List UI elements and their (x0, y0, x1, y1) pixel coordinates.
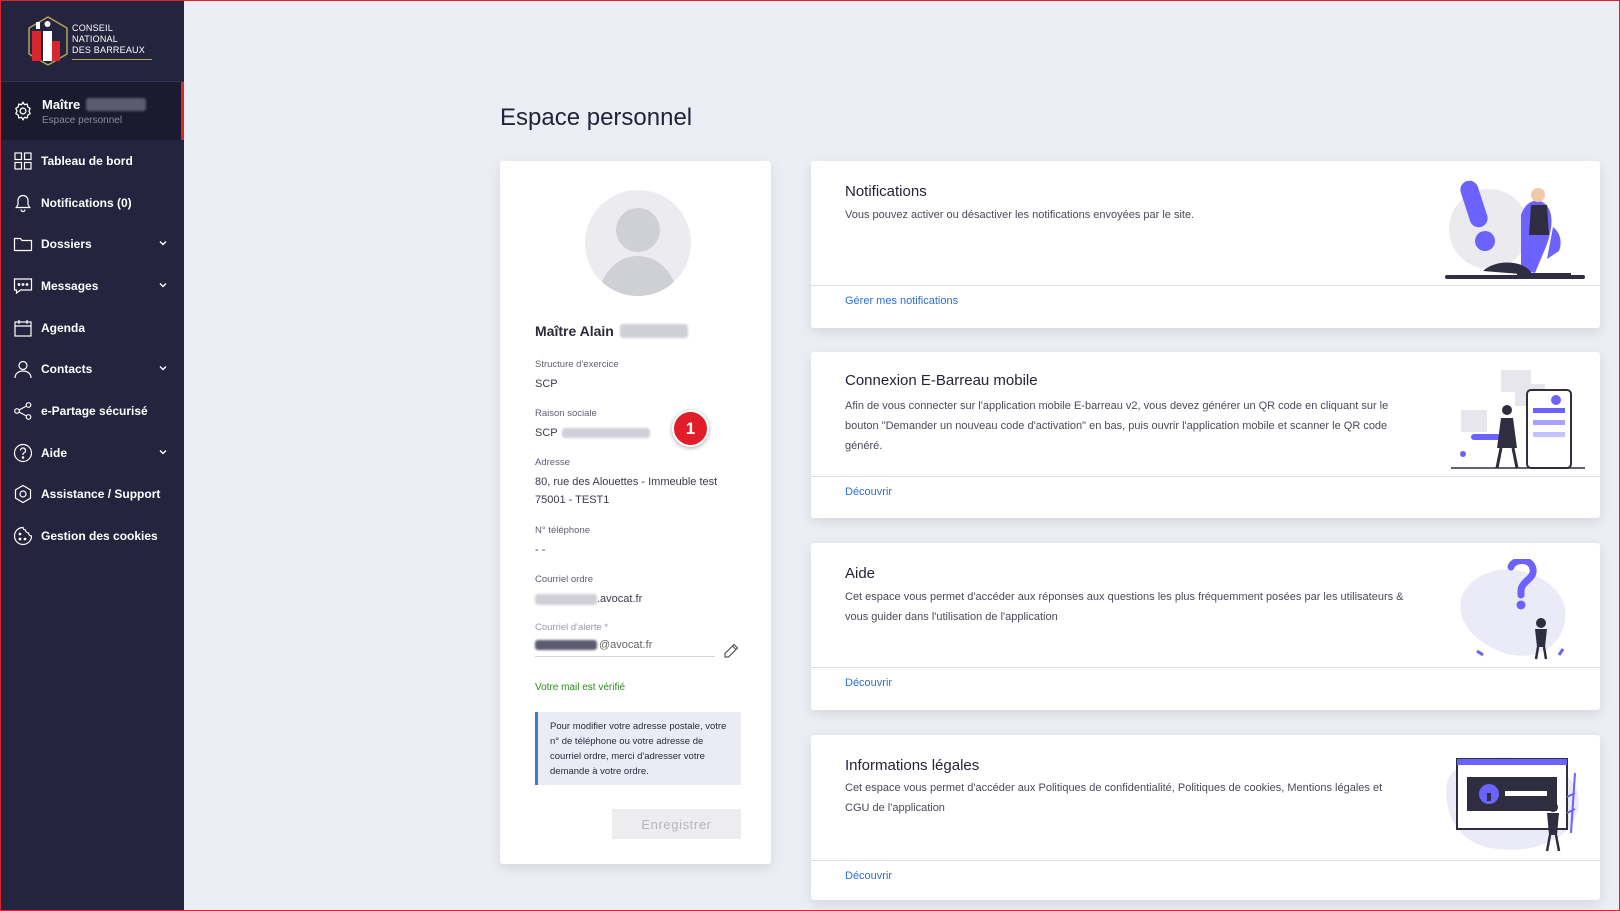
mobile-app-illustration (1451, 370, 1585, 469)
card-title: Connexion E-Barreau mobile (845, 372, 1038, 389)
discover-legal-link[interactable]: Découvrir (845, 870, 892, 882)
save-button[interactable]: Enregistrer (612, 809, 741, 839)
sidebar-item-label: Messages (41, 278, 99, 293)
step-badge: 1 (672, 410, 709, 447)
sidebar-item-assistance[interactable]: Assistance / Support (0, 474, 184, 516)
chevron-down-icon (159, 241, 167, 246)
field-raison-sociale: Raison sociale SCP (535, 408, 650, 442)
field-telephone: N° téléphone - - (535, 525, 591, 556)
profile-name-redacted (619, 324, 688, 338)
field-courriel-alerte: Courriel d'alerte * @avocat.fr (535, 622, 715, 657)
card-informations-legales: Informations légales Cet espace vous per… (811, 735, 1600, 900)
field-courriel-ordre: Courriel ordre .avocat.fr (535, 574, 642, 608)
page-title: Espace personnel (500, 104, 693, 131)
sidebar-item-label: Aide (41, 445, 68, 460)
chevron-down-icon (159, 449, 167, 455)
mail-verified-status: Votre mail est vérifié (535, 682, 626, 693)
share-icon (13, 401, 33, 421)
alert-email-redacted (535, 640, 597, 650)
card-aide: Aide Cet espace vous permet d'accéder au… (811, 543, 1600, 710)
card-divider (811, 476, 1600, 477)
card-divider (811, 285, 1600, 286)
field-adresse: Adresse 80, rue des Alouettes - Immeuble… (535, 457, 717, 509)
card-notifications: Notifications Vous pouvez activer ou dés… (811, 161, 1600, 328)
field-structure: Structure d'exercice SCP (535, 359, 619, 390)
card-title: Notifications (845, 183, 927, 200)
sidebar-item-tableau-de-bord[interactable]: Tableau de bord (0, 140, 184, 182)
help-icon (13, 443, 33, 463)
alert-email-suffix: @avocat.fr (599, 639, 653, 651)
sidebar-item-cookies[interactable]: Gestion des cookies (0, 515, 184, 557)
sidebar-item-label: Dossiers (41, 237, 92, 252)
card-description: Cet espace vous permet d'accéder aux rép… (845, 591, 1404, 623)
cookie-icon (13, 526, 33, 546)
discover-mobile-link[interactable]: Découvrir (845, 486, 892, 498)
chevron-down-icon (159, 283, 167, 288)
sidebar-item-aide[interactable]: Aide (0, 432, 184, 474)
sidebar-item-e-partage[interactable]: e-Partage sécurisé (0, 390, 184, 432)
chat-icon (13, 276, 33, 296)
user-subtitle: Espace personnel (42, 114, 123, 126)
raison-value: SCP (535, 427, 558, 439)
card-title: Aide (845, 565, 876, 582)
sidebar-item-label: Assistance / Support (41, 487, 161, 502)
person-icon (13, 359, 33, 379)
support-icon (13, 484, 33, 504)
sidebar-item-label: Tableau de bord (41, 153, 133, 168)
cnb-logo-mark (26, 15, 70, 67)
sidebar-item-notifications[interactable]: Notifications (0) (0, 182, 184, 224)
calendar-icon (13, 318, 33, 338)
sidebar-item-contacts[interactable]: Contacts (0, 348, 184, 390)
help-illustration (1460, 559, 1566, 660)
card-title: Informations légales (845, 757, 980, 774)
courriel-suffix: .avocat.fr (597, 593, 643, 605)
sidebar-item-label: Gestion des cookies (41, 529, 158, 544)
edit-pencil-icon[interactable] (722, 642, 740, 660)
card-description: Cet espace vous permet d'accéder aux Pol… (845, 782, 1383, 814)
alert-email-input[interactable]: @avocat.fr (535, 639, 715, 657)
user-title: Maître (42, 96, 81, 112)
card-ebarreau-mobile: Connexion E-Barreau mobile Afin de vous … (811, 352, 1600, 518)
address-line-1: 80, rue des Alouettes - Immeuble test (535, 476, 718, 488)
chevron-down-icon (159, 366, 167, 371)
sidebar-nav: Tableau de bord Notifications (0) Dossie… (0, 140, 184, 557)
sidebar-item-agenda[interactable]: Agenda (0, 307, 184, 349)
sidebar: CONSEIL NATIONAL DES BARREAUX Maître Esp… (0, 0, 184, 911)
raison-redacted (561, 428, 650, 438)
discover-help-link[interactable]: Découvrir (845, 677, 892, 689)
card-divider (811, 860, 1600, 861)
legal-lock-illustration (1446, 757, 1579, 852)
sidebar-item-label: e-Partage sécurisé (41, 403, 148, 418)
sidebar-item-label: Agenda (41, 320, 86, 335)
card-divider (811, 667, 1600, 668)
address-line-2: 75001 - TEST1 (535, 494, 610, 506)
card-description: Afin de vous connecter sur l'application… (845, 400, 1389, 452)
cnb-logo[interactable]: CONSEIL NATIONAL DES BARREAUX (0, 0, 184, 82)
manage-notifications-link[interactable]: Gérer mes notifications (845, 295, 958, 307)
sidebar-item-dossiers[interactable]: Dossiers (0, 223, 184, 265)
sidebar-item-messages[interactable]: Messages (0, 265, 184, 307)
courriel-redacted (535, 593, 597, 605)
bell-icon (13, 193, 33, 213)
avatar (585, 190, 691, 296)
user-name-redacted (86, 97, 147, 111)
profile-card: Maître Alain Structure d'exercice SCP Ra… (500, 161, 771, 864)
gear-icon (12, 100, 34, 122)
notifications-illustration (1445, 180, 1585, 279)
sidebar-user[interactable]: Maître Espace personnel (0, 82, 184, 140)
folder-icon (13, 234, 33, 254)
cnb-logo-text: CONSEIL NATIONAL DES BARREAUX (72, 21, 152, 60)
profile-name: Maître Alain (535, 323, 688, 339)
grid-icon (13, 151, 33, 171)
info-message: Pour modifier votre adresse postale, vot… (535, 712, 741, 785)
sidebar-item-label: Contacts (41, 362, 93, 377)
card-description: Vous pouvez activer ou désactiver les no… (845, 209, 1195, 221)
sidebar-item-label: Notifications (0) (41, 195, 132, 210)
